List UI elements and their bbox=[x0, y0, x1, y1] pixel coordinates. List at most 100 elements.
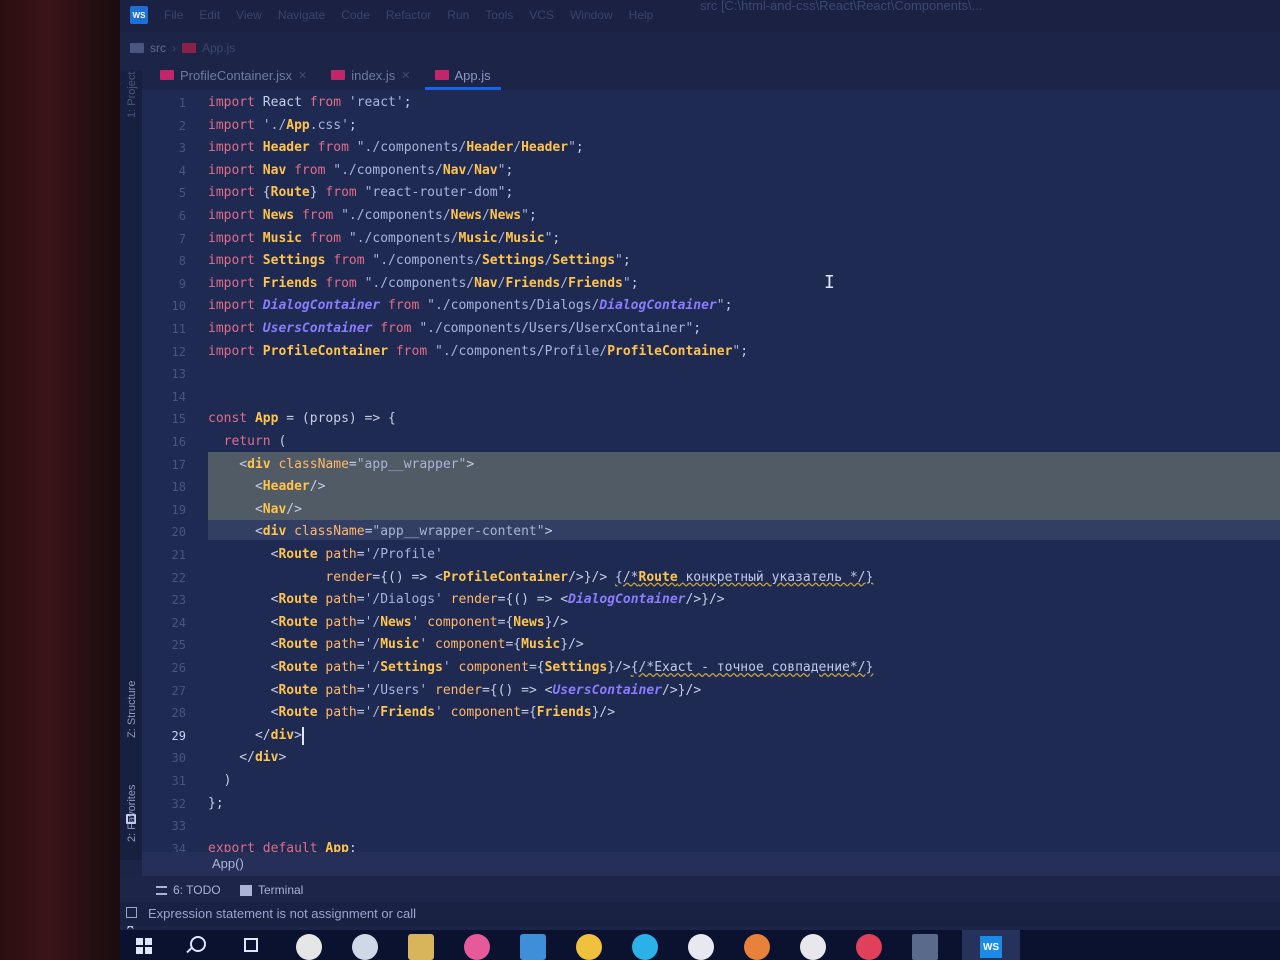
download-icon[interactable] bbox=[800, 934, 826, 960]
code-line[interactable]: ) bbox=[208, 770, 232, 793]
search-icon[interactable] bbox=[190, 936, 206, 952]
monitor-bezel bbox=[0, 0, 120, 960]
code-line[interactable]: import News from "./components/News/News… bbox=[208, 205, 537, 228]
menu-item[interactable]: View bbox=[236, 8, 262, 22]
title-bar: WS File Edit View Navigate Code Refactor Run To… bbox=[120, 0, 1280, 32]
code-line[interactable]: render={() => <ProfileContainer/>}/> {/*… bbox=[208, 567, 873, 590]
menu-item[interactable]: Run bbox=[447, 8, 469, 22]
app-icon[interactable] bbox=[576, 934, 602, 960]
tab-index[interactable]: index.js ✕ bbox=[321, 62, 420, 88]
menu-item[interactable]: Edit bbox=[199, 8, 220, 22]
breadcrumb-folder[interactable]: src bbox=[150, 41, 166, 55]
code-line[interactable]: <Nav/> bbox=[208, 499, 302, 522]
function-breadcrumb[interactable]: App() bbox=[212, 856, 244, 871]
webstorm-logo-icon: WS bbox=[130, 6, 148, 24]
breadcrumb-file[interactable]: App.js bbox=[202, 41, 235, 55]
tab-label: index.js bbox=[351, 67, 396, 83]
chevron-right-icon: › bbox=[172, 41, 176, 55]
code-line[interactable]: <Route path='/Users' render={() => <User… bbox=[208, 680, 702, 703]
task-view-icon[interactable] bbox=[244, 938, 258, 952]
webstorm-icon: WS bbox=[980, 936, 1002, 958]
code-line[interactable]: <Header/> bbox=[208, 476, 325, 499]
line-number: 11 bbox=[171, 322, 186, 336]
code-line[interactable]: import Nav from "./components/Nav/Nav"; bbox=[208, 160, 513, 183]
code-line[interactable]: import Music from "./components/Music/Mu… bbox=[208, 228, 560, 251]
project-panel-tab[interactable]: 1: Project bbox=[126, 72, 138, 118]
todo-tool-button[interactable]: 6: TODO bbox=[156, 883, 221, 897]
line-number: 25 bbox=[171, 638, 186, 653]
code-line[interactable]: <Route path='/News' component={News}/> bbox=[208, 612, 568, 635]
menu-item[interactable]: Navigate bbox=[278, 8, 325, 22]
line-number: 24 bbox=[171, 615, 186, 630]
webstorm-taskbar-button[interactable]: WS bbox=[962, 930, 1020, 960]
line-number: 21 bbox=[171, 548, 186, 562]
code-line[interactable]: import React from 'react'; bbox=[208, 92, 412, 115]
terminal-tool-button[interactable]: Terminal bbox=[240, 883, 303, 897]
favorites-panel-tab[interactable]: 2: Favorites bbox=[126, 785, 138, 842]
menu-item[interactable]: Tools bbox=[485, 8, 513, 22]
terminal-icon bbox=[240, 884, 252, 896]
structure-panel-tab[interactable]: Z: Structure bbox=[126, 681, 138, 738]
code-line[interactable]: import Friends from "./components/Nav/Fr… bbox=[208, 273, 639, 296]
close-icon[interactable]: ✕ bbox=[298, 69, 307, 82]
menu-item[interactable]: Code bbox=[341, 8, 370, 22]
store-icon[interactable] bbox=[520, 934, 546, 960]
tab-label: App.js bbox=[454, 67, 491, 83]
code-line[interactable]: <Route path='/Dialogs' render={() => <Di… bbox=[208, 589, 725, 612]
code-line[interactable]: import Header from "./components/Header/… bbox=[208, 137, 584, 160]
code-line[interactable]: <Route path='/Friends' component={Friend… bbox=[208, 702, 615, 725]
code-line[interactable]: import UsersContainer from "./components… bbox=[208, 318, 701, 341]
code-line[interactable]: <Route path='/Music' component={Music}/> bbox=[208, 634, 584, 657]
line-number: 32 bbox=[171, 796, 186, 811]
code-line[interactable]: <div className="app__wrapper-content"> bbox=[208, 521, 552, 544]
ibeam-cursor-icon: I bbox=[824, 272, 835, 293]
code-line[interactable]: return ( bbox=[208, 431, 287, 454]
opera-icon[interactable] bbox=[856, 934, 882, 960]
menu-item[interactable]: VCS bbox=[529, 8, 554, 22]
code-line[interactable]: const App = (props) => { bbox=[208, 408, 396, 431]
media-icon[interactable] bbox=[464, 934, 490, 960]
windows-taskbar: WS bbox=[120, 930, 1280, 960]
line-number: 3 bbox=[178, 141, 186, 156]
line-number: 27 bbox=[171, 683, 186, 698]
code-editor[interactable]: 1 2 3 4 5 6 7 8 9 10 11 12 13 14 15 16 17 18 19 20 21 22 23 24 2… bbox=[142, 90, 1280, 852]
tab-app[interactable]: App.js bbox=[424, 62, 501, 90]
desktop-icon[interactable] bbox=[912, 934, 938, 960]
tab-profilecontainer[interactable]: ProfileContainer.jsx ✕ bbox=[150, 62, 317, 88]
menu-item[interactable]: Help bbox=[629, 8, 654, 22]
close-icon[interactable]: ✕ bbox=[401, 69, 410, 82]
status-toggle-icon[interactable] bbox=[126, 907, 137, 918]
code-line[interactable]: <div className="app__wrapper"> bbox=[208, 454, 474, 477]
code-line[interactable]: export default App; bbox=[208, 838, 357, 852]
ide-window: WS File Edit View Navigate Code Refactor Run To… bbox=[120, 0, 1280, 960]
firefox-icon[interactable] bbox=[744, 934, 770, 960]
line-number: 18 bbox=[171, 480, 186, 495]
menu-item[interactable]: Window bbox=[570, 8, 613, 22]
code-line[interactable]: </div> bbox=[208, 725, 302, 748]
code-line[interactable]: import ProfileContainer from "./componen… bbox=[208, 341, 748, 364]
code-line[interactable]: <Route path='/Settings' component={Setti… bbox=[208, 657, 874, 680]
line-number: 22 bbox=[171, 570, 186, 585]
file-explorer-icon[interactable] bbox=[408, 934, 434, 960]
skype-icon[interactable] bbox=[632, 934, 658, 960]
function-breadcrumb-bar: App() bbox=[142, 852, 1280, 876]
code-line[interactable]: </div> bbox=[208, 747, 286, 770]
code-line[interactable]: import './App.css'; bbox=[208, 115, 357, 138]
menu-item[interactable]: File bbox=[164, 8, 183, 22]
chrome-icon[interactable] bbox=[352, 934, 378, 960]
windows-start-icon[interactable] bbox=[136, 938, 152, 954]
menu-item[interactable]: Refactor bbox=[386, 8, 431, 22]
code-line[interactable]: import DialogContainer from "./component… bbox=[208, 295, 732, 318]
word-icon[interactable] bbox=[688, 934, 714, 960]
status-bar: Expression statement is not assignment o… bbox=[120, 902, 1280, 926]
code-line[interactable]: <Route path='/Profile' bbox=[208, 544, 443, 567]
tab-label: ProfileContainer.jsx bbox=[180, 67, 292, 83]
code-line[interactable]: import {Route} from "react-router-dom"; bbox=[208, 182, 513, 205]
line-number: 20 bbox=[171, 525, 186, 540]
jsx-file-icon bbox=[160, 70, 174, 80]
code-line[interactable]: import Settings from "./components/Setti… bbox=[208, 250, 631, 273]
yandex-browser-icon[interactable] bbox=[296, 934, 322, 960]
code-line[interactable]: }; bbox=[208, 793, 224, 816]
line-number: 8 bbox=[178, 254, 186, 269]
line-number: 13 bbox=[171, 367, 186, 382]
